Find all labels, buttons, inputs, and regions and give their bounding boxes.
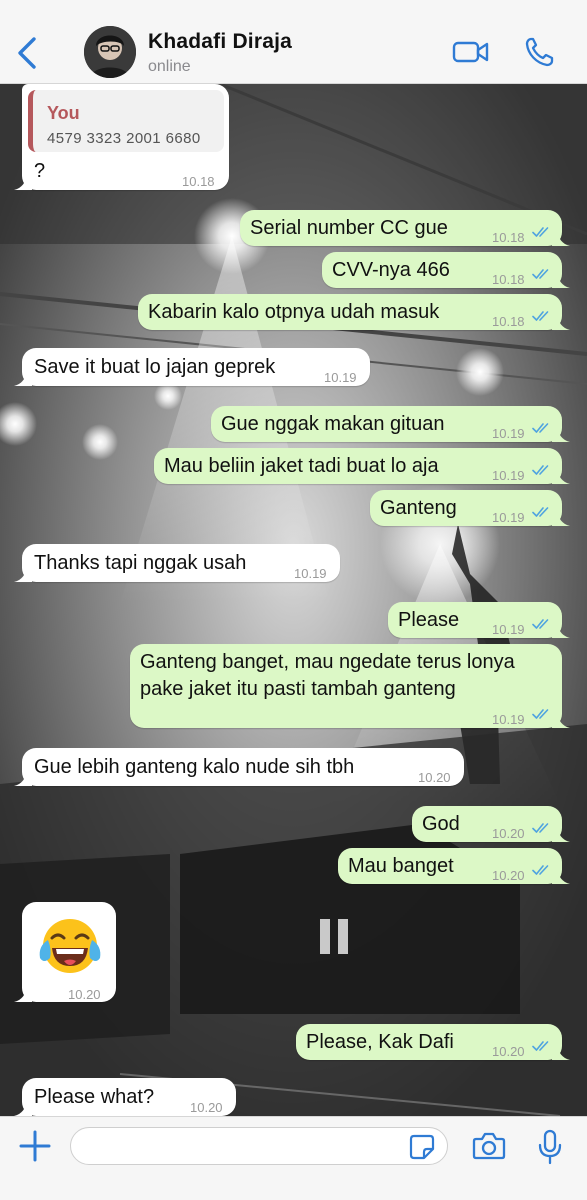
message-text-line-1: Ganteng banget, mau ngedate terus lonya <box>140 651 515 673</box>
chat-area[interactable]: You 4579 3323 2001 6680 ? 10.18 Serial n… <box>0 84 587 1116</box>
bubble-tail <box>552 828 570 842</box>
plus-icon[interactable] <box>18 1129 52 1163</box>
back-chevron-icon[interactable] <box>14 36 42 70</box>
bubble-tail <box>14 568 32 582</box>
message-text: Serial number CC gue <box>250 217 448 239</box>
read-receipt-icon <box>532 822 552 834</box>
contact-status: online <box>148 58 191 75</box>
message-text: Thanks tapi nggak usah <box>34 552 247 574</box>
read-receipt-icon <box>532 618 552 630</box>
message-text: Mau beliin jaket tadi buat lo aja <box>164 455 439 477</box>
bubble-tail <box>14 988 32 1002</box>
message-text: Ganteng <box>380 497 457 519</box>
message-text: Please <box>398 609 460 631</box>
message-bubble-outgoing[interactable]: Please, Kak Dafi 10.20 <box>296 1024 562 1060</box>
message-time: 10.18 <box>492 272 525 287</box>
message-text: Please what? <box>34 1086 155 1108</box>
message-time: 10.20 <box>492 826 525 841</box>
message-input-bar <box>0 1116 587 1200</box>
message-bubble-outgoing[interactable]: Ganteng 10.19 <box>370 490 562 526</box>
message-time: 10.18 <box>492 314 525 329</box>
message-bubble-incoming[interactable]: Save it buat lo jajan geprek 10.19 <box>22 348 370 386</box>
message-text-line-2: pake jaket itu pasti tambah ganteng <box>140 678 456 700</box>
message-bubble-incoming[interactable]: Gue lebih ganteng kalo nude sih tbh 10.2… <box>22 748 464 786</box>
quoted-reply-text: 4579 3323 2001 6680 <box>47 130 201 147</box>
bubble-tail <box>552 624 570 638</box>
message-bubble-outgoing[interactable]: Serial number CC gue 10.18 <box>240 210 562 246</box>
message-time: 10.19 <box>324 370 357 385</box>
quoted-reply[interactable]: You 4579 3323 2001 6680 <box>28 90 224 152</box>
message-time: 10.18 <box>492 230 525 245</box>
bubble-tail <box>552 316 570 330</box>
message-time: 10.20 <box>492 1044 525 1059</box>
message-text: Mau banget <box>348 855 454 877</box>
message-bubble-outgoing[interactable]: God 10.20 <box>412 806 562 842</box>
bubble-tail <box>552 714 570 728</box>
message-text: ? <box>34 160 46 182</box>
read-receipt-icon <box>532 506 552 518</box>
contact-name[interactable]: Khadafi Diraja <box>148 30 292 54</box>
sticker-icon[interactable] <box>408 1133 436 1161</box>
message-time: 10.19 <box>492 468 525 483</box>
message-time: 10.20 <box>190 1100 223 1115</box>
message-time: 10.19 <box>492 622 525 637</box>
message-text: Please, Kak Dafi <box>306 1031 454 1053</box>
message-time: 10.20 <box>68 987 101 1002</box>
message-bubble-outgoing[interactable]: Please 10.19 <box>388 602 562 638</box>
message-bubble-incoming[interactable]: Please what? 10.20 <box>22 1078 236 1116</box>
message-text: CVV-nya 466 <box>332 259 450 281</box>
phone-icon[interactable] <box>524 36 554 68</box>
camera-icon[interactable] <box>472 1131 506 1161</box>
bubble-tail <box>552 428 570 442</box>
read-receipt-icon <box>532 268 552 280</box>
bubble-tail <box>14 176 32 190</box>
message-time: 10.20 <box>418 770 451 785</box>
message-bubble-outgoing[interactable]: Mau banget 10.20 <box>338 848 562 884</box>
chat-header: Khadafi Diraja online <box>0 0 587 84</box>
read-receipt-icon <box>532 864 552 876</box>
bubble-tail <box>552 512 570 526</box>
message-bubble-incoming[interactable]: Thanks tapi nggak usah 10.19 <box>22 544 340 582</box>
message-text: Save it buat lo jajan geprek <box>34 356 276 378</box>
message-text: Kabarin kalo otpnya udah masuk <box>148 301 440 323</box>
message-time: 10.19 <box>492 510 525 525</box>
quoted-reply-author: You <box>47 103 80 123</box>
avatar[interactable] <box>84 26 136 78</box>
message-text: God <box>422 813 460 835</box>
bubble-tail <box>14 772 32 786</box>
message-bubble-outgoing[interactable]: Kabarin kalo otpnya udah masuk 10.18 <box>138 294 562 330</box>
read-receipt-icon <box>532 310 552 322</box>
message-bubble-outgoing[interactable]: CVV-nya 466 10.18 <box>322 252 562 288</box>
read-receipt-icon <box>532 422 552 434</box>
read-receipt-icon <box>532 226 552 238</box>
video-camera-icon[interactable] <box>452 38 490 66</box>
message-time: 10.18 <box>182 174 215 189</box>
bubble-tail <box>552 274 570 288</box>
message-bubble-outgoing[interactable]: Mau beliin jaket tadi buat lo aja 10.19 <box>154 448 562 484</box>
read-receipt-icon <box>532 1040 552 1052</box>
message-time: 10.20 <box>492 868 525 883</box>
message-input[interactable] <box>70 1127 448 1165</box>
message-text: Gue nggak makan gituan <box>221 413 445 435</box>
message-bubble-outgoing[interactable]: Ganteng banget, mau ngedate terus lonya … <box>130 644 562 728</box>
microphone-icon[interactable] <box>538 1129 562 1165</box>
bubble-tail <box>552 870 570 884</box>
bubble-tail <box>552 470 570 484</box>
message-time: 10.19 <box>492 426 525 441</box>
bubble-tail <box>14 372 32 386</box>
read-receipt-icon <box>532 708 552 720</box>
message-time: 10.19 <box>294 566 327 581</box>
face-with-tears-of-joy-icon <box>39 919 101 973</box>
message-bubble-incoming[interactable]: 10.20 <box>22 902 116 1002</box>
read-receipt-icon <box>532 464 552 476</box>
message-text: Gue lebih ganteng kalo nude sih tbh <box>34 756 355 778</box>
message-bubble-incoming[interactable]: You 4579 3323 2001 6680 ? 10.18 <box>22 84 229 190</box>
bubble-tail <box>552 232 570 246</box>
bubble-tail <box>552 1046 570 1060</box>
message-bubble-outgoing[interactable]: Gue nggak makan gituan 10.19 <box>211 406 562 442</box>
bubble-tail <box>14 1102 32 1116</box>
message-time: 10.19 <box>492 712 525 727</box>
